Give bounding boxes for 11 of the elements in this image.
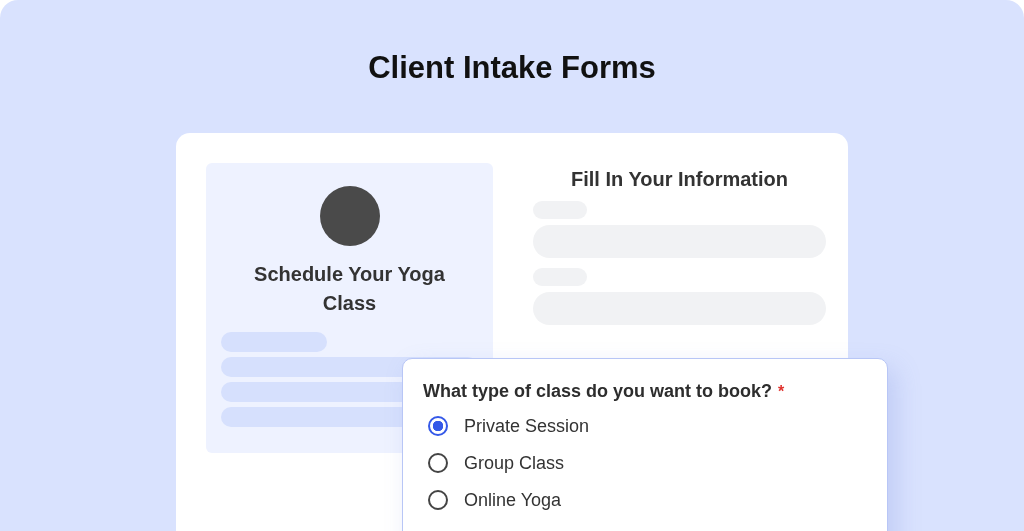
question-label: What type of class do you want to book?	[423, 381, 772, 402]
radio-button[interactable]	[428, 490, 448, 510]
required-mark: *	[778, 383, 785, 401]
page-title: Client Intake Forms	[367, 49, 657, 87]
form-title: Fill In Your Information	[570, 167, 789, 192]
option-label: Private Session	[464, 415, 590, 438]
option-label: Online Yoga	[464, 489, 562, 512]
radio-button[interactable]	[428, 453, 448, 473]
radio-button[interactable]	[428, 416, 448, 436]
booking-heading: Schedule Your Yoga Class	[253, 262, 446, 316]
option-label: Group Class	[464, 452, 565, 475]
